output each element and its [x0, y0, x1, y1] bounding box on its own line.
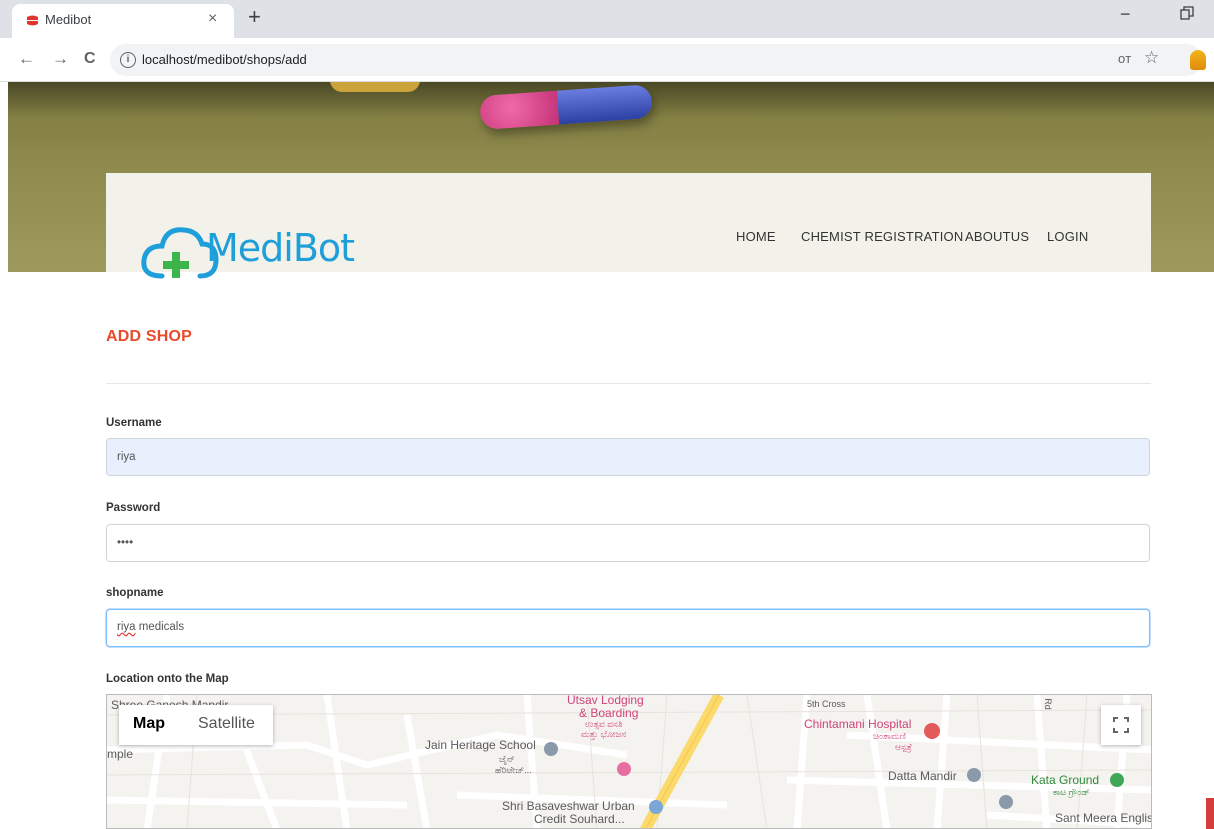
- url-text[interactable]: localhost/medibot/shops/add: [142, 52, 307, 67]
- park-pin-icon[interactable]: [1110, 773, 1124, 787]
- shopname-label: shopname: [106, 587, 164, 599]
- browser-tab-bar: Medibot × + −: [0, 0, 1214, 38]
- nav-chemist-registration[interactable]: CHEMIST REGISTRATION: [801, 229, 963, 244]
- temple-pin-icon-2[interactable]: [999, 795, 1013, 809]
- browser-tab[interactable]: Medibot ×: [12, 4, 234, 38]
- address-bar[interactable]: i localhost/medibot/shops/add oᴛ ☆: [110, 44, 1206, 76]
- password-input[interactable]: [106, 524, 1150, 562]
- password-key-icon[interactable]: oᴛ: [1118, 51, 1131, 66]
- new-tab-icon[interactable]: +: [248, 5, 261, 29]
- map-label-basaveshwar-1: Shri Basaveshwar Urban: [502, 799, 635, 813]
- map-label-chintamani-kn1: ಚಿಂತಾಮಣಿ: [873, 731, 906, 741]
- fullscreen-icon: [1113, 717, 1129, 733]
- logo-text[interactable]: MediBot: [206, 226, 355, 270]
- map-label-datta: Datta Mandir: [888, 769, 957, 783]
- map-type-control: Map Satellite: [119, 705, 273, 745]
- map-type-satellite-button[interactable]: Satellite: [198, 715, 255, 733]
- map-label-chintamani: Chintamani Hospital: [804, 717, 912, 731]
- map-fullscreen-button[interactable]: [1101, 705, 1141, 745]
- restore-window-icon[interactable]: [1180, 6, 1194, 20]
- yellow-pill-image: [330, 82, 420, 92]
- floating-widget-edge[interactable]: [1206, 798, 1214, 829]
- logo-text-bot: Bot: [292, 226, 355, 270]
- temple-pin-icon[interactable]: [967, 768, 981, 782]
- map-type-map-button[interactable]: Map: [133, 715, 165, 733]
- logo-text-medi: Medi: [206, 226, 294, 270]
- map-label-rd: Rd: [1042, 698, 1053, 710]
- shopname-input[interactable]: [106, 609, 1150, 647]
- map-label-sant-meera: Sant Meera Englis: [1055, 811, 1152, 825]
- hospital-pin-icon[interactable]: [924, 723, 940, 739]
- school-pin-icon[interactable]: [544, 742, 558, 756]
- page-title: ADD SHOP: [106, 328, 193, 345]
- forward-icon[interactable]: →: [52, 48, 69, 70]
- map-label-jain: Jain Heritage School: [425, 738, 536, 752]
- tab-close-icon[interactable]: ×: [208, 10, 217, 28]
- map-label-utsav-2: & Boarding: [579, 706, 639, 720]
- location-map[interactable]: Shree Ganesh Mandir mple Utsav Lodging &…: [106, 694, 1152, 829]
- divider: [106, 383, 1151, 384]
- username-label: Username: [106, 417, 162, 429]
- lodging-pin-icon[interactable]: [617, 762, 631, 776]
- minimize-icon[interactable]: −: [1120, 4, 1131, 25]
- reload-icon[interactable]: C: [84, 48, 96, 70]
- map-label-jain-kn1: ಜೈನ್: [499, 754, 515, 764]
- map-label-utsav-kn2: ಮತ್ತು ಭೋಜನ: [581, 729, 627, 739]
- bank-pin-icon[interactable]: [649, 800, 663, 814]
- back-icon[interactable]: ←: [18, 48, 35, 70]
- map-label-temple: mple: [107, 747, 134, 761]
- map-label-kata: Kata Ground: [1031, 773, 1100, 787]
- nav-login[interactable]: LOGIN: [1047, 229, 1088, 244]
- map-label-jain-kn2: ಹೆರಿಟೇಜ್...: [495, 765, 532, 775]
- nav-aboutus[interactable]: ABOUTUS: [965, 229, 1029, 244]
- map-label-kata-kn: ಕಾಟ ಗ್ರೌಂಡ್: [1053, 787, 1090, 797]
- site-info-icon[interactable]: i: [120, 52, 136, 68]
- tab-title: Medibot: [45, 12, 92, 27]
- extension-icon[interactable]: [1190, 50, 1206, 70]
- map-label-basaveshwar-2: Credit Souhard...: [534, 812, 625, 826]
- map-label-5th-cross: 5th Cross: [807, 699, 846, 709]
- username-input[interactable]: [106, 438, 1150, 476]
- password-label: Password: [106, 502, 161, 514]
- bookmark-star-icon[interactable]: ☆: [1144, 48, 1159, 68]
- location-label: Location onto the Map: [106, 673, 229, 685]
- browser-toolbar: ← → C i localhost/medibot/shops/add oᴛ ☆: [0, 38, 1214, 82]
- map-label-chintamani-kn2: ಆಸ್ಪತ್ರೆ: [895, 742, 912, 752]
- nav-home[interactable]: HOME: [736, 229, 776, 244]
- medibot-favicon-icon: [27, 15, 38, 26]
